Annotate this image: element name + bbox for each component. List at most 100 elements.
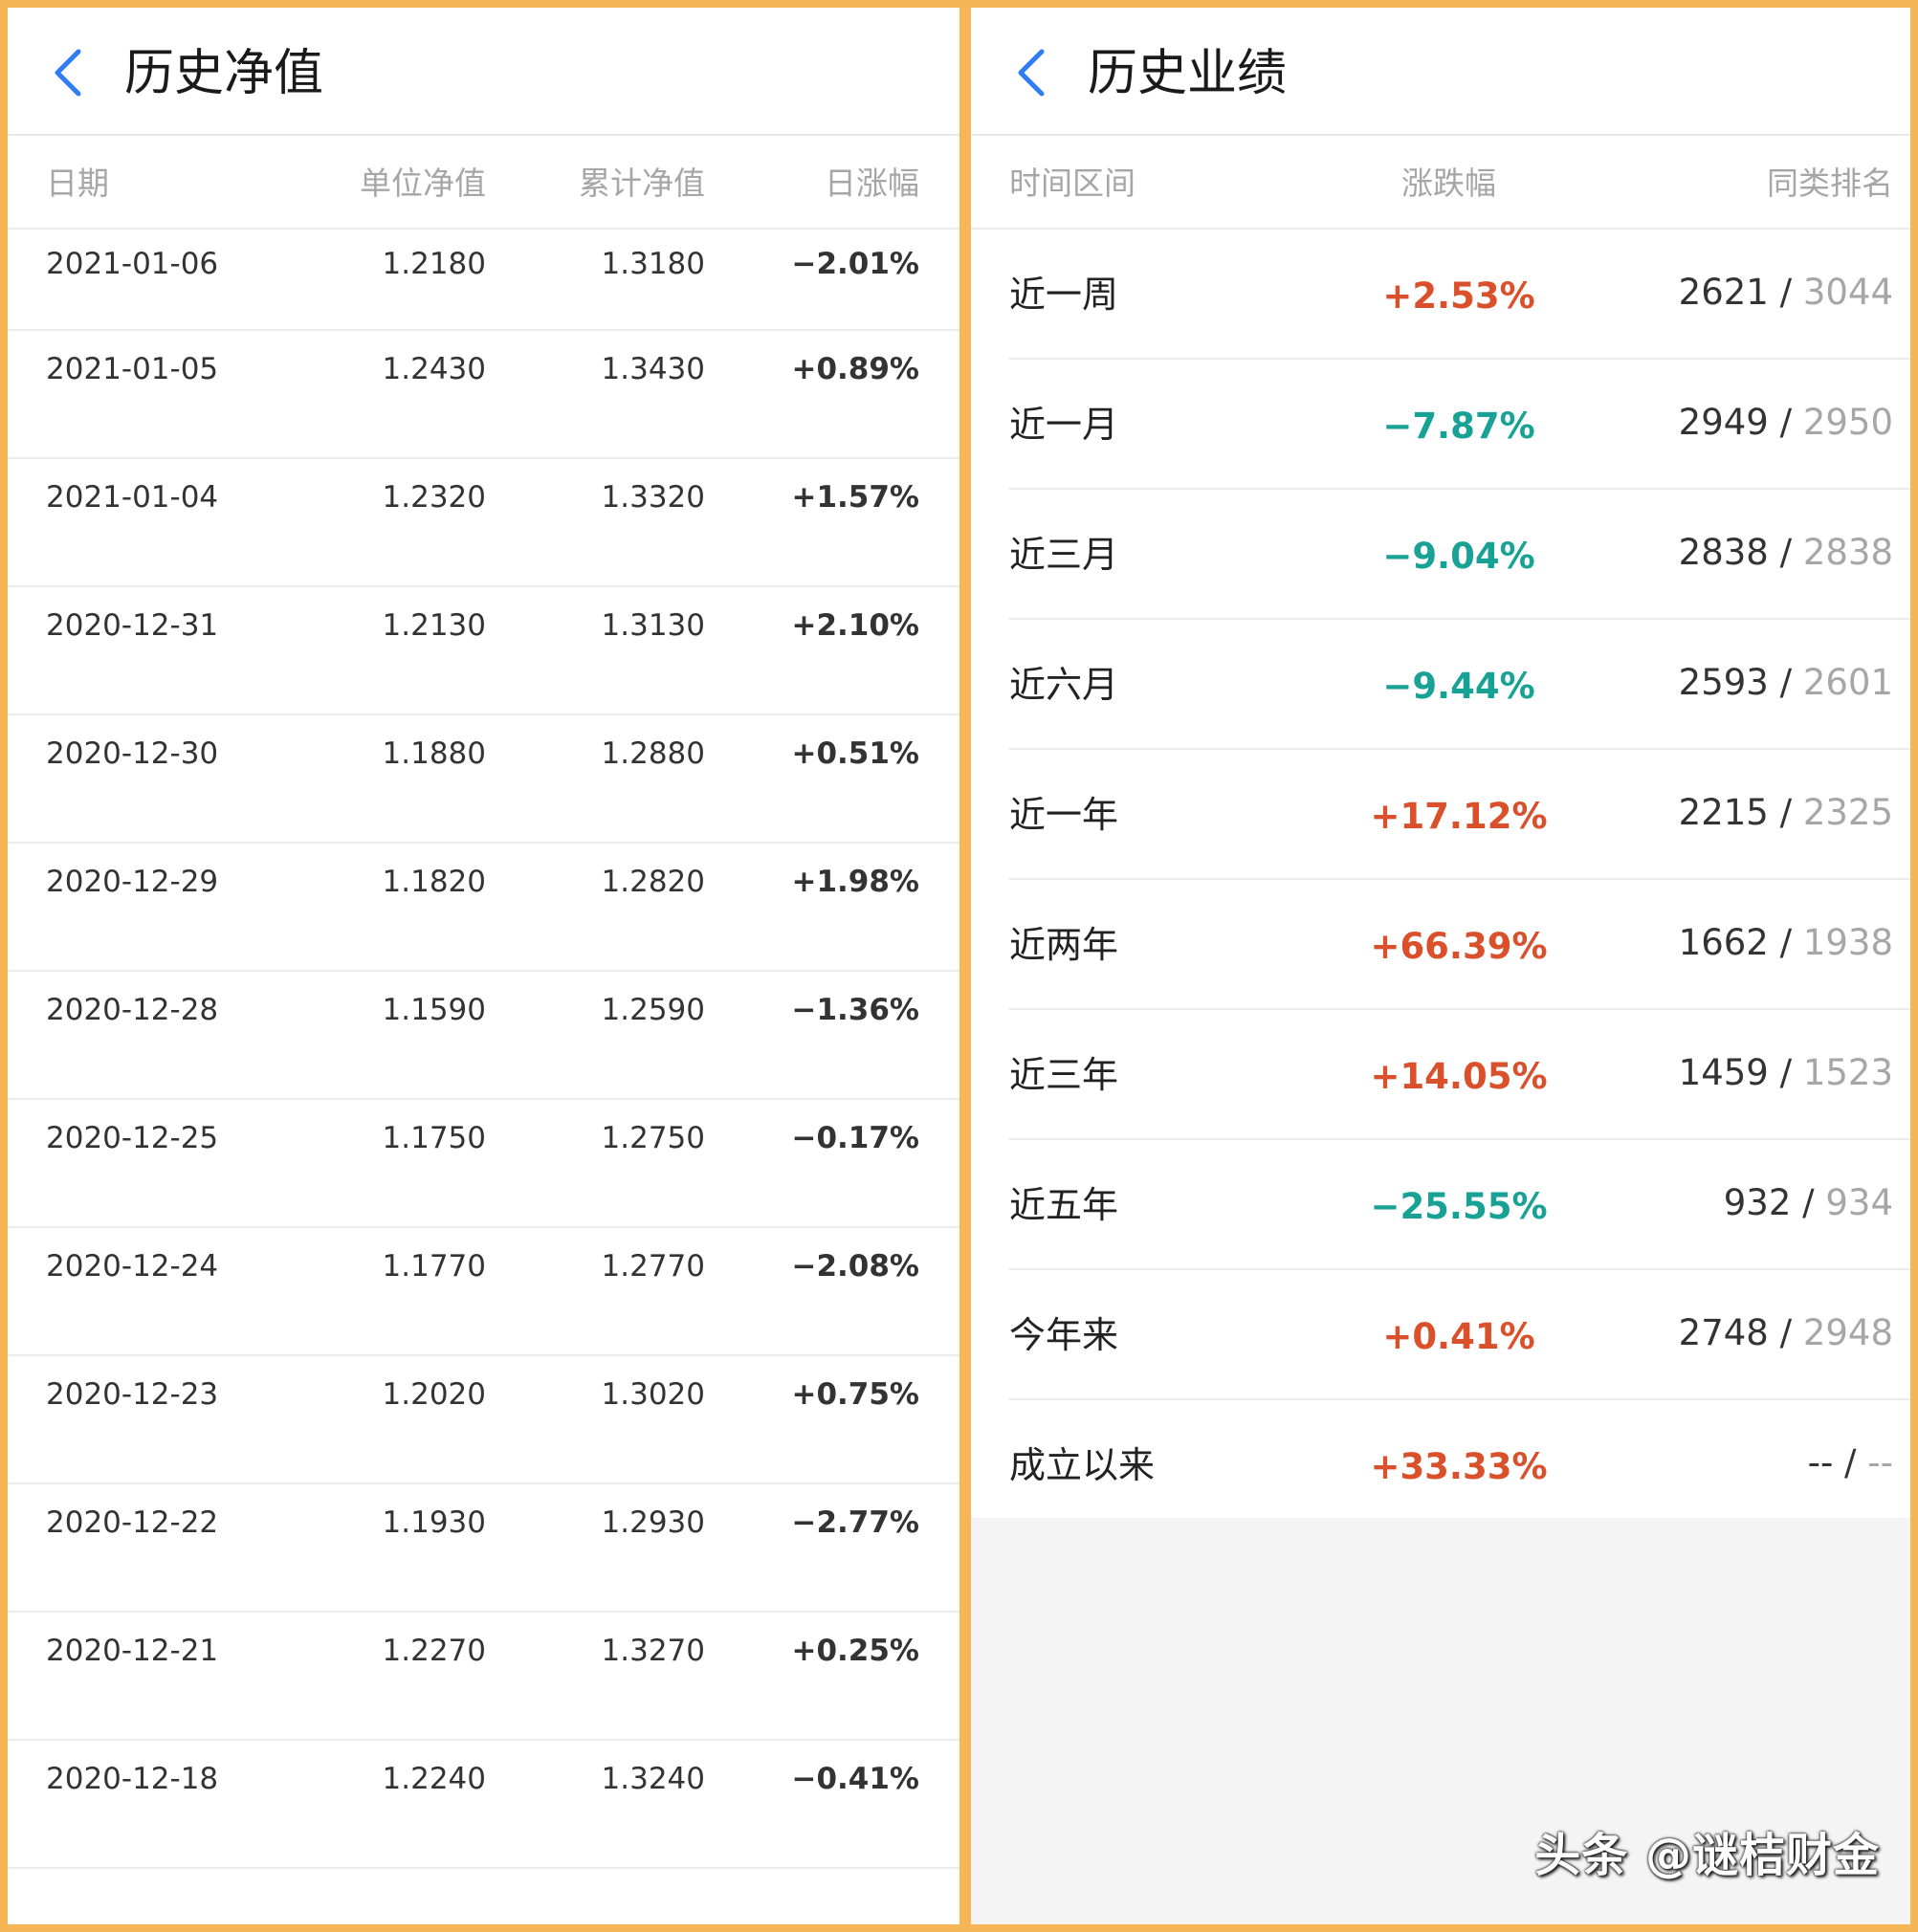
peer-rank: 2838 / 2838 bbox=[1679, 530, 1893, 576]
nav-table: 2021-01-06 1.2180 1.3180 −2.01% 2021-01-05 1.… bbox=[8, 230, 959, 1869]
change-value: −25.55% bbox=[1370, 1186, 1548, 1227]
rank-position: 1662 bbox=[1678, 922, 1769, 963]
rank-separator: / bbox=[1768, 792, 1803, 833]
daily-change-value: +0.51% bbox=[791, 736, 919, 771]
nav-date: 2020-12-28 bbox=[46, 993, 219, 1027]
table-row[interactable]: 2020-12-31 1.2130 1.3130 +2.10% bbox=[8, 587, 959, 715]
daily-change-value: −2.01% bbox=[791, 247, 919, 281]
change-value: +14.05% bbox=[1370, 1056, 1548, 1097]
table-row[interactable]: 近一月 −7.87% 2949 / 2950 bbox=[1009, 360, 1910, 490]
table-row[interactable]: 成立以来 +33.33% -- / -- bbox=[1009, 1400, 1910, 1528]
unit-nav-value: 1.1880 bbox=[382, 736, 486, 771]
rank-total: 934 bbox=[1825, 1182, 1893, 1223]
period-label: 近三年 bbox=[1009, 1054, 1119, 1096]
rank-separator: / bbox=[1833, 1442, 1868, 1483]
table-row[interactable]: 2021-01-06 1.2180 1.3180 −2.01% bbox=[8, 230, 959, 331]
unit-nav-value: 1.2020 bbox=[382, 1377, 486, 1412]
rank-total: 1938 bbox=[1802, 922, 1893, 963]
rank-total: -- bbox=[1867, 1442, 1893, 1483]
table-row[interactable]: 2020-12-25 1.1750 1.2750 −0.17% bbox=[8, 1100, 959, 1228]
table-row[interactable]: 近三月 −9.04% 2838 / 2838 bbox=[1009, 490, 1910, 620]
table-row[interactable]: 2020-12-21 1.2270 1.3270 +0.25% bbox=[8, 1613, 959, 1741]
unit-nav-value: 1.2130 bbox=[382, 608, 486, 643]
header-date: 日期 bbox=[46, 165, 109, 202]
rank-position: 2748 bbox=[1678, 1312, 1769, 1353]
table-row[interactable]: 2020-12-30 1.1880 1.2880 +0.51% bbox=[8, 715, 959, 844]
table-row[interactable]: 2021-01-05 1.2430 1.3430 +0.89% bbox=[8, 331, 959, 459]
header-unit-nav: 单位净值 bbox=[360, 165, 486, 202]
change-value: +17.12% bbox=[1370, 796, 1548, 837]
table-row[interactable]: 近三年 +14.05% 1459 / 1523 bbox=[1009, 1010, 1910, 1140]
unit-nav-value: 1.1750 bbox=[382, 1121, 486, 1155]
rank-total: 2325 bbox=[1802, 792, 1893, 833]
acc-nav-value: 1.3430 bbox=[601, 352, 705, 386]
acc-nav-value: 1.3180 bbox=[601, 247, 705, 281]
table-row[interactable]: 近六月 −9.44% 2593 / 2601 bbox=[1009, 620, 1910, 750]
rank-separator: / bbox=[1768, 532, 1803, 573]
unit-nav-value: 1.2430 bbox=[382, 352, 486, 386]
nav-date: 2020-12-30 bbox=[46, 736, 219, 771]
performance-header: 历史业绩 bbox=[971, 8, 1910, 136]
change-value: +33.33% bbox=[1370, 1446, 1548, 1487]
rank-separator: / bbox=[1791, 1182, 1826, 1223]
table-row[interactable]: 2020-12-29 1.1820 1.2820 +1.98% bbox=[8, 844, 959, 972]
nav-column-headers: 日期 单位净值 累计净值 日涨幅 bbox=[8, 136, 959, 230]
rank-total: 2838 bbox=[1802, 532, 1893, 573]
rank-separator: / bbox=[1768, 1312, 1803, 1353]
daily-change-value: −2.77% bbox=[791, 1505, 919, 1540]
table-row[interactable]: 2021-01-04 1.2320 1.3320 +1.57% bbox=[8, 459, 959, 587]
empty-area: 头条 @谜桔财金 bbox=[971, 1518, 1910, 1924]
table-row[interactable]: 近一周 +2.53% 2621 / 3044 bbox=[1009, 230, 1910, 360]
nav-history-panel: 历史净值 日期 单位净值 累计净值 日涨幅 2021-01-06 1.2180 1.… bbox=[8, 8, 959, 1924]
table-row[interactable]: 2020-12-22 1.1930 1.2930 −2.77% bbox=[8, 1484, 959, 1613]
peer-rank: 1459 / 1523 bbox=[1679, 1050, 1893, 1096]
header-acc-nav: 累计净值 bbox=[579, 165, 705, 202]
daily-change-value: −2.08% bbox=[791, 1249, 919, 1284]
nav-date: 2021-01-04 bbox=[46, 480, 219, 515]
chevron-left-icon[interactable] bbox=[50, 46, 88, 99]
rank-position: 2949 bbox=[1678, 402, 1769, 443]
nav-date: 2020-12-29 bbox=[46, 865, 219, 899]
change-value: −7.87% bbox=[1382, 406, 1535, 447]
table-row[interactable]: 今年来 +0.41% 2748 / 2948 bbox=[1009, 1270, 1910, 1400]
nav-date: 2020-12-24 bbox=[46, 1249, 219, 1284]
watermark: 头条 @谜桔财金 bbox=[1534, 1829, 1880, 1882]
nav-date: 2021-01-06 bbox=[46, 247, 219, 281]
page-title: 历史净值 bbox=[124, 45, 324, 102]
nav-date: 2020-12-31 bbox=[46, 608, 219, 643]
peer-rank: 2621 / 3044 bbox=[1679, 270, 1893, 316]
table-row[interactable]: 2020-12-24 1.1770 1.2770 −2.08% bbox=[8, 1228, 959, 1356]
rank-position: 932 bbox=[1723, 1182, 1792, 1223]
daily-change-value: +0.89% bbox=[791, 352, 919, 386]
rank-position: 2838 bbox=[1678, 532, 1769, 573]
header-rank: 同类排名 bbox=[1767, 165, 1893, 202]
unit-nav-value: 1.2240 bbox=[382, 1762, 486, 1796]
peer-rank: 2748 / 2948 bbox=[1679, 1310, 1893, 1356]
rank-separator: / bbox=[1768, 922, 1803, 963]
table-row[interactable]: 2020-12-18 1.2240 1.3240 −0.41% bbox=[8, 1741, 959, 1869]
unit-nav-value: 1.2270 bbox=[382, 1634, 486, 1668]
period-label: 近一周 bbox=[1009, 274, 1119, 316]
rank-separator: / bbox=[1768, 662, 1803, 703]
period-label: 近一月 bbox=[1009, 404, 1119, 446]
table-row[interactable]: 近两年 +66.39% 1662 / 1938 bbox=[1009, 880, 1910, 1010]
table-row[interactable]: 近五年 −25.55% 932 / 934 bbox=[1009, 1140, 1910, 1270]
table-row[interactable]: 2020-12-28 1.1590 1.2590 −1.36% bbox=[8, 972, 959, 1100]
rank-position: 2593 bbox=[1678, 662, 1769, 703]
performance-table: 近一周 +2.53% 2621 / 3044 近一月 −7.87% 2949 / 2950… bbox=[971, 230, 1910, 1506]
daily-change-value: +1.98% bbox=[791, 865, 919, 899]
rank-position: 2621 bbox=[1678, 272, 1769, 313]
change-value: −9.44% bbox=[1382, 666, 1535, 707]
header-change: 涨跌幅 bbox=[1401, 165, 1496, 202]
daily-change-value: +2.10% bbox=[791, 608, 919, 643]
peer-rank: 2949 / 2950 bbox=[1679, 400, 1893, 446]
table-row[interactable]: 近一年 +17.12% 2215 / 2325 bbox=[1009, 750, 1910, 880]
acc-nav-value: 1.2750 bbox=[601, 1121, 705, 1155]
daily-change-value: −1.36% bbox=[791, 993, 919, 1027]
table-row[interactable]: 2020-12-23 1.2020 1.3020 +0.75% bbox=[8, 1356, 959, 1484]
daily-change-value: +0.25% bbox=[791, 1634, 919, 1668]
acc-nav-value: 1.3240 bbox=[601, 1762, 705, 1796]
chevron-left-icon[interactable] bbox=[1013, 46, 1051, 99]
peer-rank: 1662 / 1938 bbox=[1679, 920, 1893, 966]
acc-nav-value: 1.2590 bbox=[601, 993, 705, 1027]
